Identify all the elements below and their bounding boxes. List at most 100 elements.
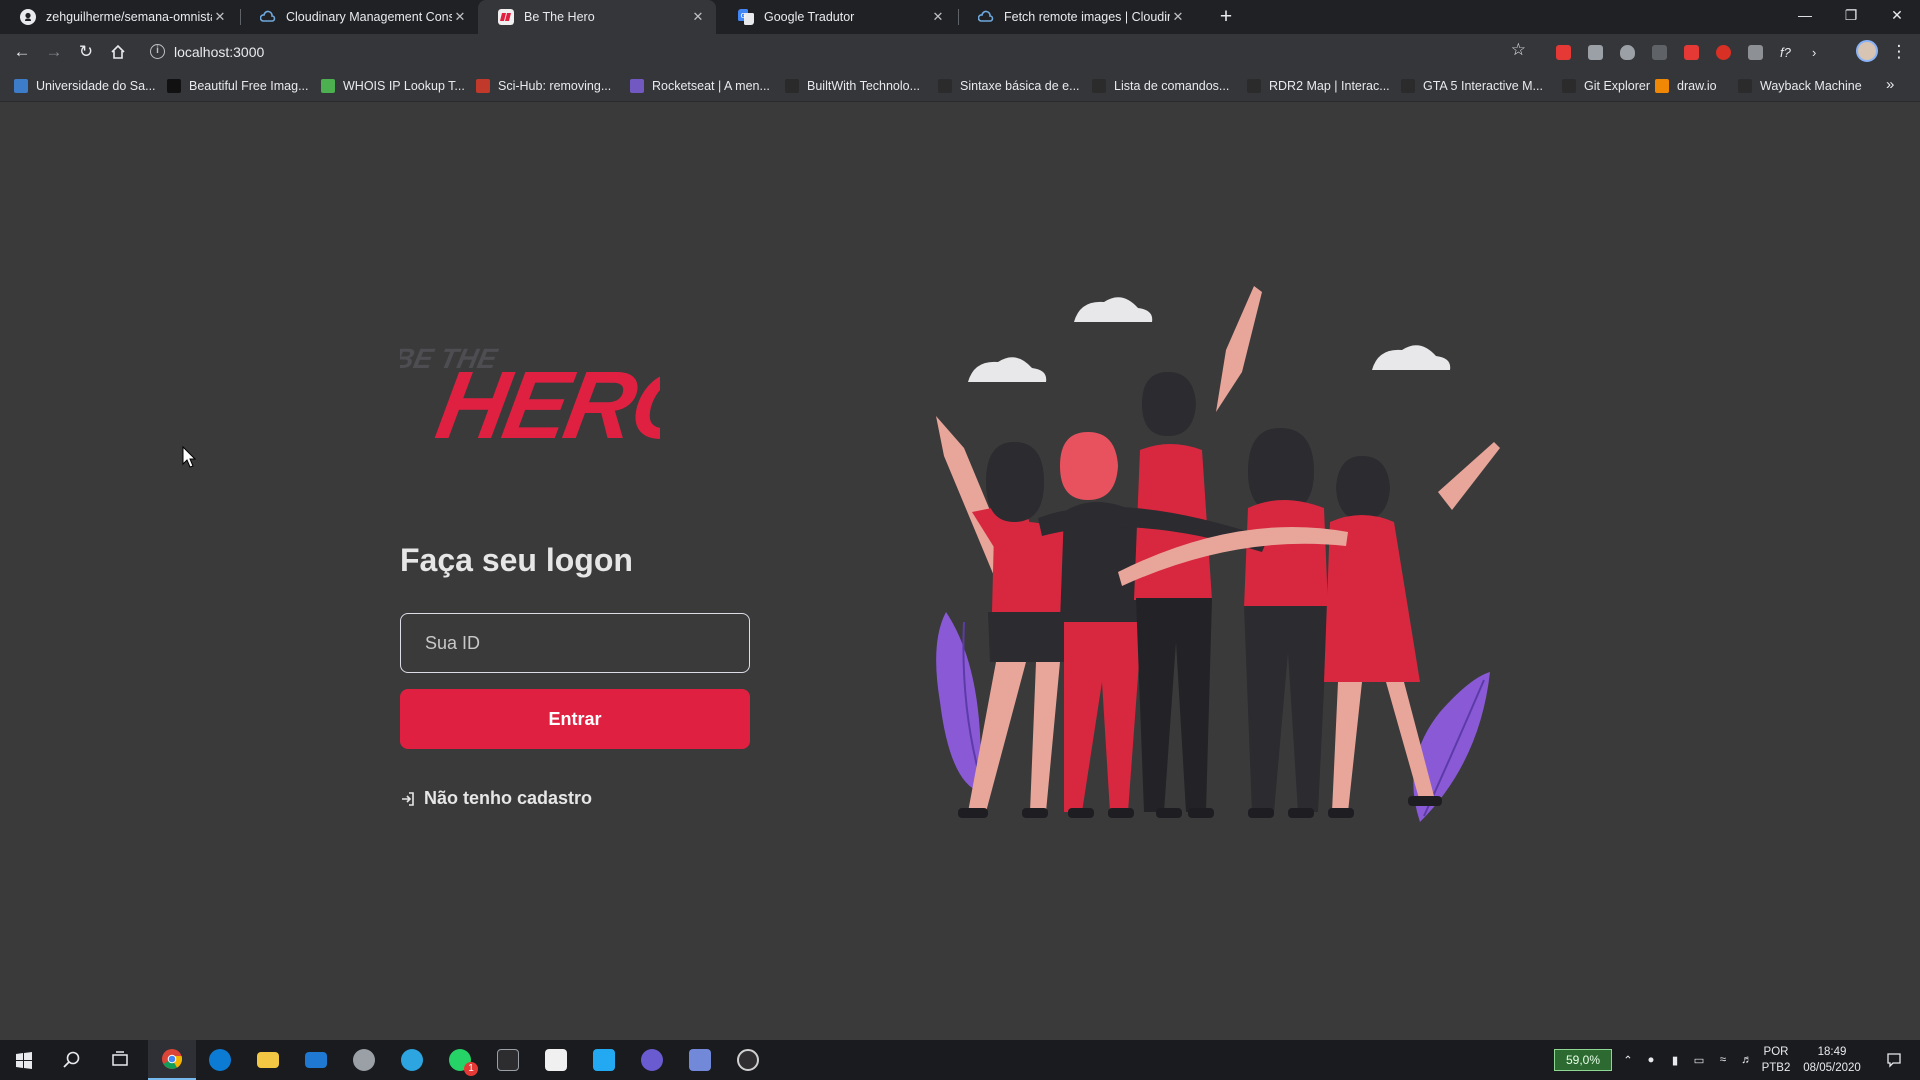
extension-icon[interactable] [1652,45,1667,60]
tab-github[interactable]: zehguilherme/semana-omnistack ✕ [0,0,238,34]
address-bar[interactable]: i localhost:3000 ☆ [142,38,1540,66]
plant-leaf [936,612,981,792]
cloud-icon [968,297,1451,382]
discord-tray-icon[interactable]: ● [1640,1040,1662,1080]
taskbar-notion[interactable] [532,1040,580,1080]
wifi-icon[interactable]: ≈ [1712,1040,1734,1080]
tab-google-tradutor[interactable]: G Google Tradutor ✕ [718,0,956,34]
bookmark-item[interactable]: Git Explorer [1562,77,1650,95]
adblock-extension-icon[interactable] [1556,45,1571,60]
back-arrow-icon[interactable]: ← [8,38,36,66]
task-view-button[interactable] [96,1040,144,1080]
clock[interactable]: 18:49 08/05/2020 [1794,1044,1870,1076]
bookmark-item[interactable]: WHOIS IP Lookup T... [321,77,465,95]
taskbar-whatsapp[interactable]: 1 [436,1040,484,1080]
close-icon[interactable]: ✕ [212,9,228,25]
page-content: BE THE HERO Faça seu logon Entrar Não te… [0,102,1920,1040]
taskbar-telegram[interactable] [388,1040,436,1080]
bookmark-item[interactable]: RDR2 Map | Interac... [1247,77,1390,95]
bookmark-item[interactable]: Wayback Machine [1738,77,1862,95]
tab-fetch-remote-images[interactable]: Fetch remote images | Cloudinary ✕ [958,0,1196,34]
bookmark-favicon-icon [476,79,490,93]
tab-title: zehguilherme/semana-omnistack [46,10,212,24]
forward-arrow-icon[interactable]: → [40,38,68,66]
login-button[interactable]: Entrar [400,689,750,749]
restore-button[interactable]: ❐ [1828,0,1874,34]
bookmark-favicon-icon [321,79,335,93]
taskbar-search-button[interactable] [48,1040,96,1080]
bookmark-label: Wayback Machine [1760,79,1862,93]
app-icon [641,1049,663,1071]
be-the-hero-logo: BE THE HERO [400,342,660,450]
bookmark-item[interactable]: Rocketseat | A men... [630,77,770,95]
terminal-icon [497,1049,519,1071]
notion-icon [545,1049,567,1071]
close-icon[interactable]: ✕ [1170,9,1186,25]
volume-icon[interactable]: ♬ [1736,1040,1758,1080]
shield-extension-icon[interactable] [1620,45,1635,60]
bookmarks-overflow-button[interactable]: » [1886,76,1894,93]
avatar[interactable] [1856,40,1878,62]
formula-extension-icon[interactable]: f? [1780,45,1795,60]
extension-icon[interactable]: › [1812,45,1827,60]
microphone-icon[interactable]: ▮ [1664,1040,1686,1080]
extension-icon[interactable] [1716,45,1731,60]
register-link[interactable]: Não tenho cadastro [400,788,592,809]
menu-kebab-icon[interactable]: ⋮ [1885,38,1913,66]
bookmark-item[interactable]: Beautiful Free Imag... [167,77,309,95]
id-input[interactable] [400,613,750,673]
taskbar-terminal[interactable] [484,1040,532,1080]
cloudinary-icon [260,10,276,22]
tab-cloudinary[interactable]: Cloudinary Management Console ✕ [240,0,478,34]
close-icon[interactable]: ✕ [930,9,946,25]
close-icon[interactable]: ✕ [452,9,468,25]
language-indicator[interactable]: POR PTB2 [1760,1044,1792,1076]
chevron-up-icon[interactable]: ⌃ [1618,1040,1638,1080]
bookmark-item[interactable]: Sci-Hub: removing... [476,77,611,95]
close-icon[interactable]: ✕ [690,9,706,25]
taskbar-vscode[interactable] [580,1040,628,1080]
bookmark-label: Sintaxe básica de e... [960,79,1080,93]
clock-date: 08/05/2020 [1803,1062,1861,1074]
extension-icon[interactable] [1588,45,1603,60]
bookmark-item[interactable]: BuiltWith Technolo... [785,77,920,95]
extension-icon[interactable] [1684,45,1699,60]
new-tab-button[interactable]: + [1213,4,1239,30]
bookmark-item[interactable]: draw.io [1655,77,1717,95]
battery-icon[interactable]: ▭ [1688,1040,1710,1080]
page-title: Faça seu logon [400,542,633,578]
bookmark-star-icon[interactable]: ☆ [1511,40,1526,60]
zoom-readout[interactable]: 59,0% [1554,1049,1612,1071]
bookmark-item[interactable]: GTA 5 Interactive M... [1401,77,1543,95]
windows-start-button[interactable] [0,1040,48,1080]
bookmark-item[interactable]: Sintaxe básica de e... [938,77,1080,95]
bookmark-item[interactable]: Lista de comandos... [1092,77,1229,95]
extension-icon[interactable] [1748,45,1763,60]
notification-badge: 1 [464,1062,478,1076]
file-explorer-icon [257,1052,279,1068]
reload-icon[interactable]: ↻ [72,38,100,66]
notification-center-icon[interactable] [1874,1040,1914,1080]
obs-icon [737,1049,759,1071]
tab-title: Be The Hero [524,10,595,24]
taskbar-file-explorer[interactable] [244,1040,292,1080]
taskbar-discord[interactable] [676,1040,724,1080]
edge-icon [209,1049,231,1071]
site-info-icon[interactable]: i [150,44,165,59]
taskbar-mail[interactable] [292,1040,340,1080]
tab-be-the-hero[interactable]: Be The Hero ✕ [478,0,716,34]
home-icon[interactable] [104,38,132,66]
taskbar-app-2[interactable] [628,1040,676,1080]
close-window-button[interactable]: ✕ [1874,0,1920,34]
taskbar-obs[interactable] [724,1040,772,1080]
bookmark-label: Git Explorer [1584,79,1650,93]
taskbar-chrome[interactable] [148,1040,196,1080]
minimize-button[interactable]: — [1782,0,1828,34]
bookmark-label: GTA 5 Interactive M... [1423,79,1543,93]
cloudinary-icon [978,10,994,22]
bookmark-favicon-icon [1401,79,1415,93]
bookmark-item[interactable]: Universidade do Sa... [14,77,156,95]
taskbar-app[interactable] [340,1040,388,1080]
taskbar-edge[interactable] [196,1040,244,1080]
bookmark-label: Universidade do Sa... [36,79,156,93]
